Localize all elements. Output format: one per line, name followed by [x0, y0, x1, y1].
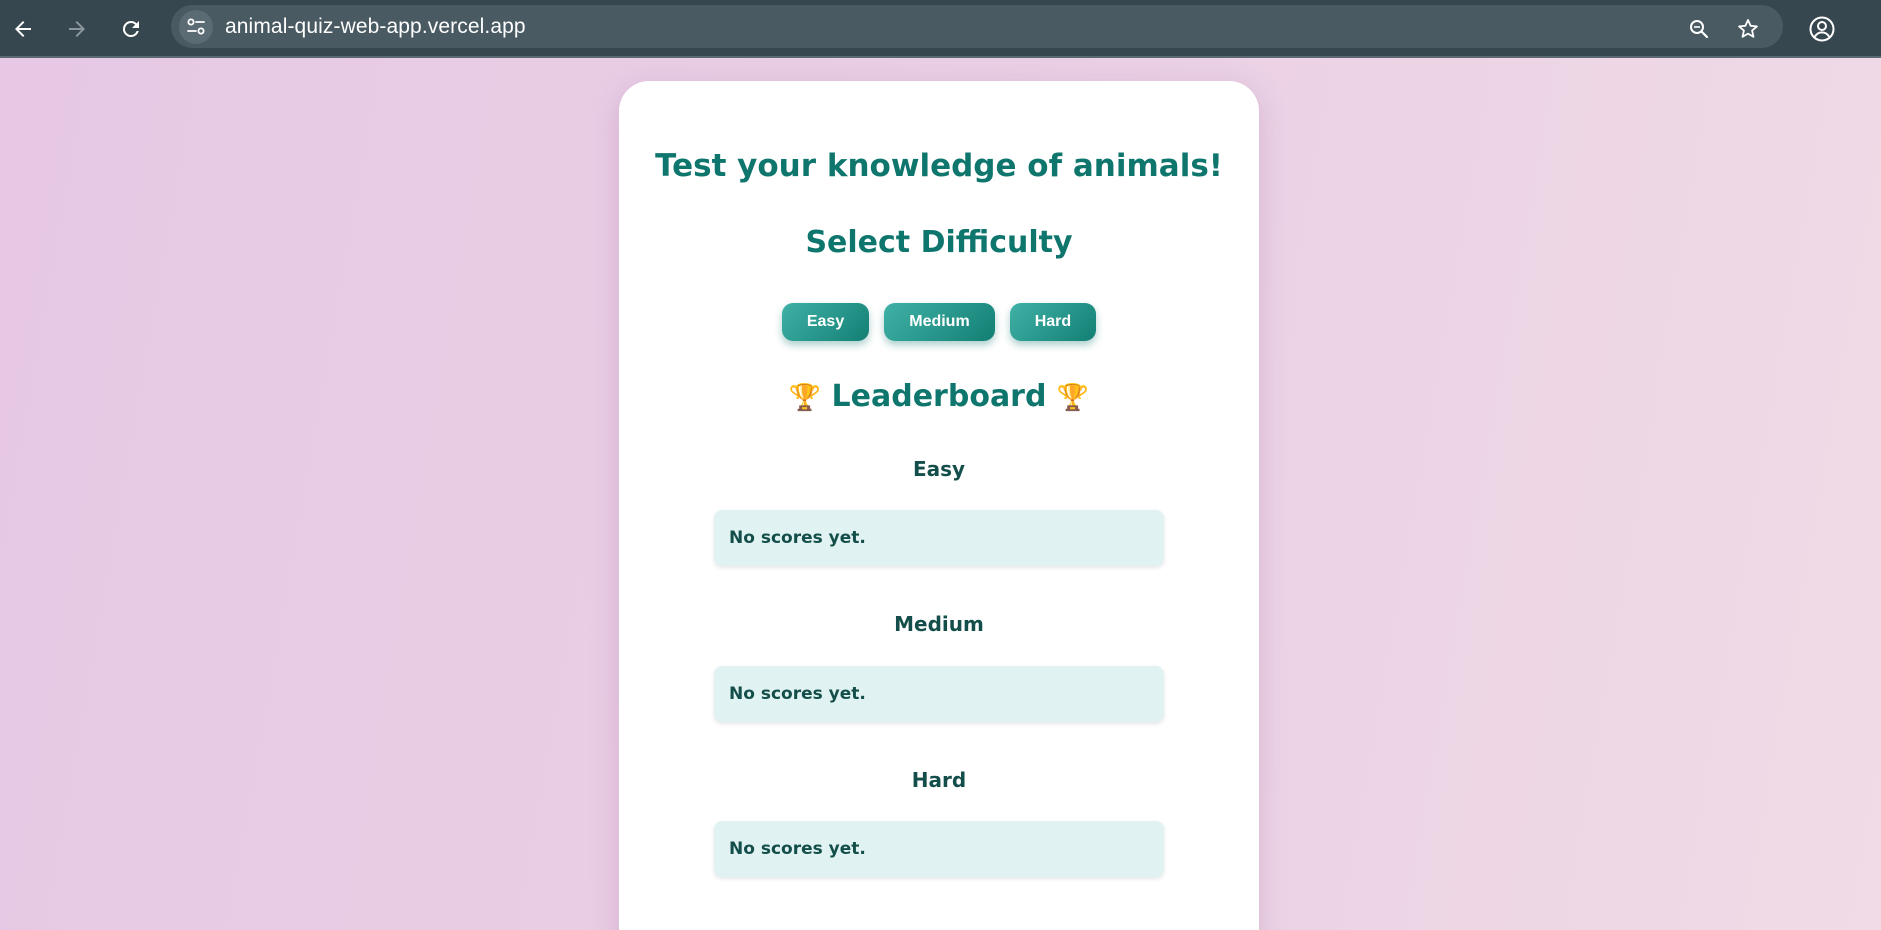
back-arrow-icon: [15, 21, 31, 37]
easy-button[interactable]: Easy: [781, 303, 870, 341]
leaderboard-title: Leaderboard: [831, 379, 1047, 414]
quiz-card: Test your knowledge of animals! Select D…: [619, 81, 1259, 930]
trophy-icon: 🏆: [788, 383, 822, 413]
trophy-icon: 🏆: [1056, 383, 1090, 413]
address-bar[interactable]: animal-quiz-web-app.vercel.app: [171, 5, 1783, 48]
bookmark-star-icon: [1738, 19, 1758, 38]
zoom-button[interactable]: [1679, 9, 1719, 49]
page-title: Test your knowledge of animals!: [655, 148, 1223, 184]
difficulty-button-group: Easy Medium Hard: [619, 303, 1259, 341]
bookmark-button[interactable]: [1728, 9, 1768, 49]
select-difficulty-heading: Select Difficulty: [805, 225, 1073, 260]
leaderboard-level-easy: Easy: [912, 457, 966, 481]
profile-button[interactable]: [1802, 9, 1842, 49]
url-text[interactable]: animal-quiz-web-app.vercel.app: [225, 15, 526, 39]
forward-arrow-icon: [69, 21, 85, 37]
browser-toolbar: animal-quiz-web-app.vercel.app: [0, 0, 1881, 58]
hard-button[interactable]: Hard: [1009, 303, 1097, 341]
leaderboard-level-medium: Medium: [894, 612, 984, 636]
leaderboard-heading: 🏆 Leaderboard 🏆: [619, 379, 1259, 414]
medium-scores-box: No scores yet.: [714, 666, 1164, 722]
site-info-icon: [187, 18, 205, 35]
leaderboard-level-hard: Hard: [911, 768, 967, 792]
medium-button[interactable]: Medium: [884, 303, 995, 341]
site-info-button[interactable]: [179, 10, 213, 44]
zoom-icon: [1690, 20, 1709, 39]
hard-scores-box: No scores yet.: [714, 821, 1164, 877]
reload-button[interactable]: [111, 9, 151, 49]
page-viewport: Test your knowledge of animals! Select D…: [0, 58, 1881, 930]
reload-icon: [122, 20, 139, 37]
back-button[interactable]: [3, 9, 43, 49]
profile-icon: [1809, 16, 1835, 42]
easy-scores-box: No scores yet.: [714, 510, 1164, 566]
forward-button[interactable]: [57, 9, 97, 49]
